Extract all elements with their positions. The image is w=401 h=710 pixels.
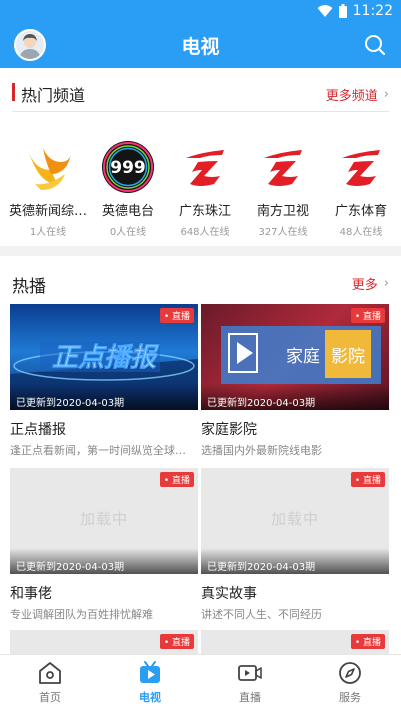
program-card[interactable]: 正点播报 • 直播 已更新到2020-04-03期 正点播报 逢正点看新闻，第一… — [10, 304, 198, 458]
loading-placeholder: 加载中 — [79, 510, 128, 528]
nav-label: 服务 — [339, 691, 361, 704]
program-description: 讲述不同人生、不同经历 — [201, 608, 322, 621]
hot-broadcast-section: 热播 更多 › 正点播报 • 直播 已更新到2020-04-03期 正点播报 逢… — [0, 256, 401, 654]
program-card[interactable]: 加载中 • 直播 已更新到2020-04-03期 真实故事 讲述不同人生、不同经… — [201, 468, 389, 622]
guangdong-tv-logo-icon — [334, 140, 388, 194]
program-thumbnail[interactable]: • 直播 — [201, 630, 389, 654]
nav-label: 首页 — [39, 691, 61, 704]
hot-channels-section: 热门频道 更多频道 › 英德新闻综… 1人在线 999 英德电台 0人在线 广东… — [0, 68, 401, 246]
app-header: 电视 — [0, 24, 401, 68]
channel-online-count: 1人在线 — [29, 227, 67, 238]
thumbnail-text: 家庭 — [286, 347, 320, 367]
live-badge: • 直播 — [350, 472, 385, 487]
program-title: 家庭影院 — [201, 422, 257, 438]
channel-online-count: 0人在线 — [109, 227, 147, 238]
live-badge: • 直播 — [159, 634, 194, 649]
nav-label: 电视 — [139, 691, 161, 704]
updated-caption: 已更新到2020-04-03期 — [201, 384, 389, 410]
program-card[interactable]: 加载中 • 直播 已更新到2020-04-03期 和事佬 专业调解团队为百姓排忧… — [10, 468, 198, 622]
updated-caption: 已更新到2020-04-03期 — [201, 548, 389, 574]
page-title: 电视 — [181, 36, 220, 58]
thumbnail-title-text: 正点播报 — [52, 343, 160, 373]
live-badge: • 直播 — [159, 472, 194, 487]
channel-item[interactable]: 英德新闻综… 1人在线 — [9, 140, 87, 238]
program-card[interactable]: 家庭 影院 • 直播 已更新到2020-04-03期 家庭影院 选播国内外最新院… — [201, 304, 389, 458]
program-card[interactable]: • 直播 — [10, 630, 198, 654]
updated-caption: 已更新到2020-04-03期 — [10, 548, 198, 574]
channel-online-count: 327人在线 — [258, 227, 308, 238]
wifi-icon — [317, 4, 333, 18]
updated-caption: 已更新到2020-04-03期 — [10, 384, 198, 410]
program-description: 专业调解团队为百姓排忧解难 — [10, 608, 153, 621]
channel-name: 广东珠江 — [178, 204, 231, 219]
search-icon[interactable] — [363, 33, 387, 57]
channel-item[interactable]: 南方卫视 327人在线 — [244, 140, 322, 238]
channel-name: 英德新闻综… — [9, 204, 87, 219]
chevron-right-icon: › — [383, 276, 389, 291]
live-badge: • 直播 — [350, 634, 385, 649]
section-accent-bar — [12, 83, 15, 101]
more-channels-label: 更多频道 — [325, 89, 378, 104]
program-thumbnail[interactable]: 加载中 • 直播 已更新到2020-04-03期 — [201, 468, 389, 574]
nav-live[interactable]: 直播 — [200, 655, 300, 710]
guangdong-tv-logo-icon — [256, 140, 310, 194]
program-title: 正点播报 — [10, 422, 66, 438]
channel-item[interactable]: 广东体育 48人在线 — [322, 140, 400, 238]
section-title: 热门频道 — [21, 86, 86, 105]
yingde-radio-999-logo-icon: 999 — [101, 140, 155, 194]
divider — [12, 111, 389, 112]
compass-icon — [337, 660, 363, 686]
nav-home[interactable]: 首页 — [0, 655, 100, 710]
program-card[interactable]: • 直播 — [201, 630, 389, 654]
program-title: 和事佬 — [10, 586, 52, 602]
nav-tv[interactable]: 电视 — [100, 655, 200, 710]
radio-logo-text: 999 — [110, 158, 146, 178]
program-thumbnail[interactable]: 家庭 影院 • 直播 已更新到2020-04-03期 — [201, 304, 389, 410]
status-bar: 11:22 — [0, 0, 401, 24]
chevron-right-icon: › — [383, 87, 389, 102]
hot-channels-header: 热门频道 更多频道 › — [0, 68, 401, 110]
battery-icon — [338, 4, 347, 18]
more-link[interactable]: 更多 › — [352, 274, 389, 293]
bottom-navigation: 首页 电视 直播 服务 — [0, 654, 401, 710]
more-label: 更多 — [351, 278, 378, 293]
yingde-news-logo-icon — [21, 140, 75, 194]
channel-name: 南方卫视 — [256, 204, 309, 219]
section-title: 热播 — [12, 277, 46, 297]
live-video-icon — [237, 660, 263, 686]
program-title: 真实故事 — [201, 586, 257, 602]
channel-online-count: 48人在线 — [339, 227, 383, 238]
channel-name: 广东体育 — [334, 204, 387, 219]
program-thumbnail[interactable]: 加载中 • 直播 已更新到2020-04-03期 — [10, 468, 198, 574]
channel-name: 英德电台 — [101, 204, 154, 219]
live-badge: • 直播 — [350, 308, 385, 323]
channel-list: 英德新闻综… 1人在线 999 英德电台 0人在线 广东珠江 648人在线 南方… — [0, 140, 401, 240]
status-time: 11:22 — [352, 3, 393, 19]
program-description: 逢正点看新闻，第一时间纵览全球… — [10, 444, 186, 457]
more-channels-link[interactable]: 更多频道 › — [326, 85, 389, 104]
thumbnail-text: 影院 — [331, 347, 365, 367]
channel-online-count: 648人在线 — [180, 227, 230, 238]
nav-label: 直播 — [239, 691, 261, 704]
nav-service[interactable]: 服务 — [300, 655, 400, 710]
program-thumbnail[interactable]: 正点播报 • 直播 已更新到2020-04-03期 — [10, 304, 198, 410]
channel-item[interactable]: 广东珠江 648人在线 — [166, 140, 244, 238]
tv-icon — [137, 660, 163, 686]
program-thumbnail[interactable]: • 直播 — [10, 630, 198, 654]
live-badge: • 直播 — [159, 308, 194, 323]
channel-item[interactable]: 999 英德电台 0人在线 — [89, 140, 167, 238]
home-icon — [37, 660, 63, 686]
guangdong-tv-logo-icon — [178, 140, 232, 194]
loading-placeholder: 加载中 — [270, 510, 319, 528]
program-description: 选播国内外最新院线电影 — [201, 444, 322, 457]
